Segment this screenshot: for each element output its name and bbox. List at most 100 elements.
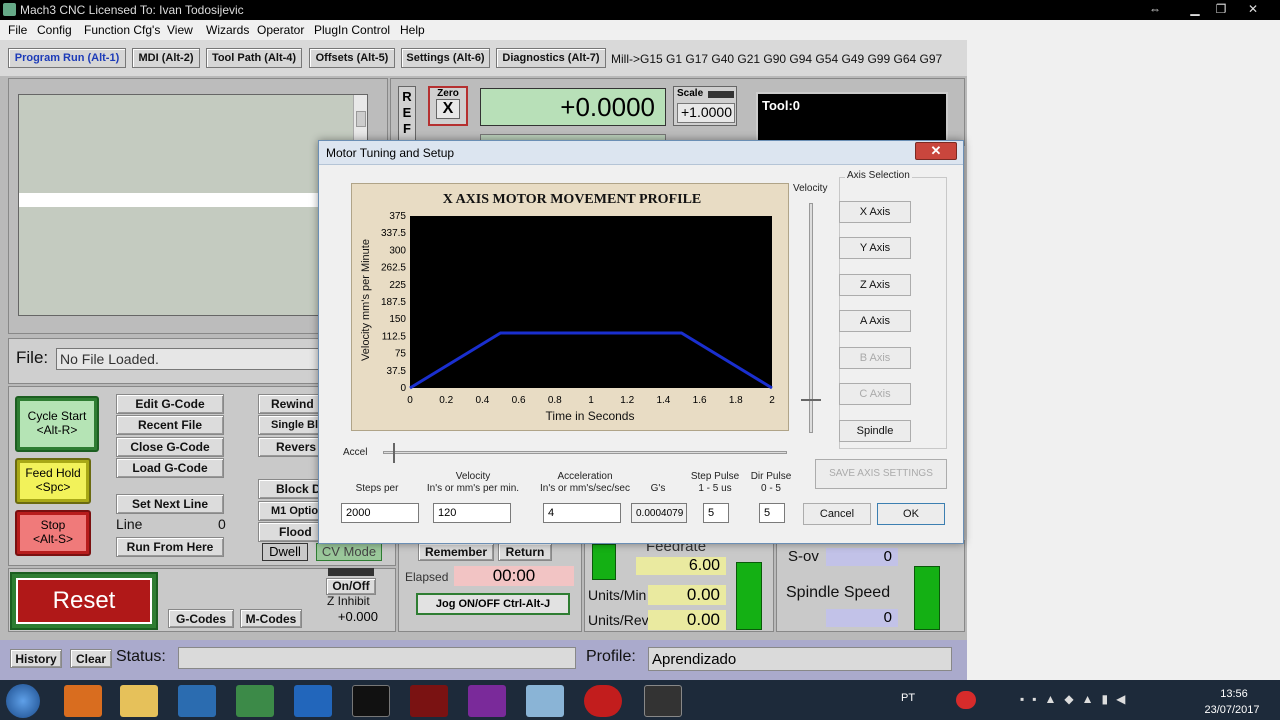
- ok-button[interactable]: OK: [877, 503, 945, 525]
- clear-button[interactable]: Clear: [70, 649, 112, 668]
- close-gcode-button[interactable]: Close G-Code: [116, 437, 224, 457]
- chart-title: X AXIS MOTOR MOVEMENT PROFILE: [443, 192, 702, 207]
- flood-button[interactable]: Flood: [258, 522, 322, 542]
- spindle-axis-button[interactable]: Spindle: [839, 420, 911, 442]
- reverse-run-button[interactable]: Revers: [258, 437, 322, 457]
- y-axis-button[interactable]: Y Axis: [839, 237, 911, 259]
- cycle-start-label: Cycle Start <Alt-R>: [20, 401, 94, 447]
- run-from-here-button[interactable]: Run From Here: [116, 537, 224, 557]
- tab-mdi[interactable]: MDI (Alt-2): [132, 48, 200, 68]
- units-min-label: Units/Min: [588, 587, 647, 603]
- clock-time[interactable]: 13:56: [1204, 688, 1264, 700]
- ref-all-button[interactable]: R E F: [398, 86, 416, 142]
- acceleration-input[interactable]: [543, 503, 621, 523]
- dir-pulse-input[interactable]: [759, 503, 785, 523]
- y-tick-label: 300: [389, 245, 406, 256]
- velocity-slider-thumb[interactable]: [801, 391, 821, 401]
- block-delete-button[interactable]: Block D: [258, 479, 322, 499]
- dialog-close-button[interactable]: ✕: [915, 142, 957, 160]
- restore-icon[interactable]: ⇔: [1142, 0, 1168, 18]
- tab-settings[interactable]: Settings (Alt-6): [401, 48, 490, 68]
- file-explorer-icon[interactable]: [120, 685, 158, 717]
- menu-config[interactable]: Config: [37, 23, 72, 37]
- gcode-display[interactable]: [18, 94, 368, 316]
- tray-icons[interactable]: ▪▪▲◆▲▮◀: [1020, 692, 1133, 706]
- b-axis-button[interactable]: B Axis: [839, 347, 911, 369]
- x-dro[interactable]: +0.0000: [480, 88, 666, 126]
- a-axis-button[interactable]: A Axis: [839, 310, 911, 332]
- rewind-button[interactable]: Rewind: [258, 394, 322, 414]
- accel-slider-track[interactable]: [383, 451, 787, 454]
- jog-onoff-label: Jog ON/OFF Ctrl-Alt-J: [418, 595, 568, 613]
- menu-wizards[interactable]: Wizards: [206, 23, 249, 37]
- media-player-icon[interactable]: [64, 685, 102, 717]
- reset-button[interactable]: Reset: [10, 572, 158, 630]
- menu-file[interactable]: File: [8, 23, 27, 37]
- z-axis-button[interactable]: Z Axis: [839, 274, 911, 296]
- window-title: Mach3 CNC Licensed To: Ivan Todosijevic: [20, 3, 244, 17]
- cnc-app-icon[interactable]: [236, 685, 274, 717]
- document-app-icon[interactable]: [526, 685, 564, 717]
- chart-y-label: Velocity mm's per Minute: [360, 239, 372, 361]
- zero-x-button[interactable]: Zero X: [428, 86, 468, 126]
- x-tick-label: 1.8: [729, 395, 743, 406]
- edit-gcode-button[interactable]: Edit G-Code: [116, 394, 224, 414]
- gcode-modes: Mill->G15 G1 G17 G40 G21 G90 G94 G54 G49…: [611, 52, 943, 66]
- minimize-button[interactable]: ▁: [1182, 0, 1208, 18]
- record-app-icon[interactable]: [584, 685, 622, 717]
- scale-value[interactable]: +1.0000: [677, 103, 735, 123]
- tab-tool-path[interactable]: Tool Path (Alt-4): [206, 48, 302, 68]
- chrome-icon[interactable]: [178, 685, 216, 717]
- jog-onoff-button[interactable]: Jog ON/OFF Ctrl-Alt-J: [416, 593, 570, 615]
- outlook-icon[interactable]: [294, 685, 332, 717]
- mach3-taskbar-icon[interactable]: [644, 685, 682, 717]
- sov-label: S-ov: [788, 548, 819, 565]
- cv-mode-indicator: CV Mode: [316, 543, 382, 561]
- menu-operator[interactable]: Operator: [257, 23, 304, 37]
- menu-plugin-control[interactable]: PlugIn Control: [314, 23, 390, 37]
- start-button[interactable]: [6, 684, 40, 718]
- velocity-input[interactable]: [433, 503, 511, 523]
- recent-file-button[interactable]: Recent File: [116, 415, 224, 435]
- load-gcode-button[interactable]: Load G-Code: [116, 458, 224, 478]
- cmd-icon[interactable]: [352, 685, 390, 717]
- m1-optional-stop-button[interactable]: M1 Optio: [258, 501, 322, 521]
- steps-per-input[interactable]: [341, 503, 419, 523]
- stop-button[interactable]: Stop <Alt-S>: [15, 510, 91, 556]
- menu-help[interactable]: Help: [400, 23, 425, 37]
- accel-slider-thumb[interactable]: [393, 443, 401, 463]
- remember-button[interactable]: Remember: [418, 543, 494, 561]
- single-block-button[interactable]: Single Bl: [258, 415, 322, 435]
- language-indicator[interactable]: PT: [901, 692, 915, 704]
- maximize-button[interactable]: ❐: [1208, 0, 1234, 18]
- gcodes-button[interactable]: G-Codes: [168, 609, 234, 628]
- c-axis-button[interactable]: C Axis: [839, 383, 911, 405]
- set-next-line-button[interactable]: Set Next Line: [116, 494, 224, 514]
- save-axis-settings-button[interactable]: SAVE AXIS SETTINGS: [815, 459, 947, 489]
- history-button[interactable]: History: [10, 649, 62, 668]
- tab-program-run[interactable]: Program Run (Alt-1): [8, 48, 126, 68]
- clock-date[interactable]: 23/07/2017: [1200, 704, 1264, 716]
- mcodes-button[interactable]: M-Codes: [240, 609, 302, 628]
- recording-icon[interactable]: [956, 691, 976, 709]
- cancel-button[interactable]: Cancel: [803, 503, 871, 525]
- x-axis-button[interactable]: X Axis: [839, 201, 911, 223]
- axis-selection-label: Axis Selection: [845, 170, 912, 181]
- stop-label: Stop <Alt-S>: [20, 515, 86, 551]
- close-button[interactable]: ✕: [1240, 0, 1266, 18]
- return-button[interactable]: Return: [498, 543, 552, 561]
- units-rev-value: 0.00: [648, 610, 726, 630]
- tab-offsets[interactable]: Offsets (Alt-5): [309, 48, 395, 68]
- feed-hold-button[interactable]: Feed Hold <Spc>: [15, 458, 91, 504]
- step-pulse-input[interactable]: [703, 503, 729, 523]
- tab-diagnostics[interactable]: Diagnostics (Alt-7): [496, 48, 606, 68]
- z-inhibit-value[interactable]: +0.000: [312, 609, 378, 627]
- chart-app-icon[interactable]: [468, 685, 506, 717]
- cycle-start-button[interactable]: Cycle Start <Alt-R>: [15, 396, 99, 452]
- scroll-thumb[interactable]: [356, 111, 366, 127]
- menu-view[interactable]: View: [167, 23, 193, 37]
- z-inhibit-onoff-button[interactable]: On/Off: [326, 578, 376, 595]
- menu-function-cfgs[interactable]: Function Cfg's: [84, 23, 160, 37]
- pdf-reader-icon[interactable]: [410, 685, 448, 717]
- x-tick-label: 0.4: [475, 395, 489, 406]
